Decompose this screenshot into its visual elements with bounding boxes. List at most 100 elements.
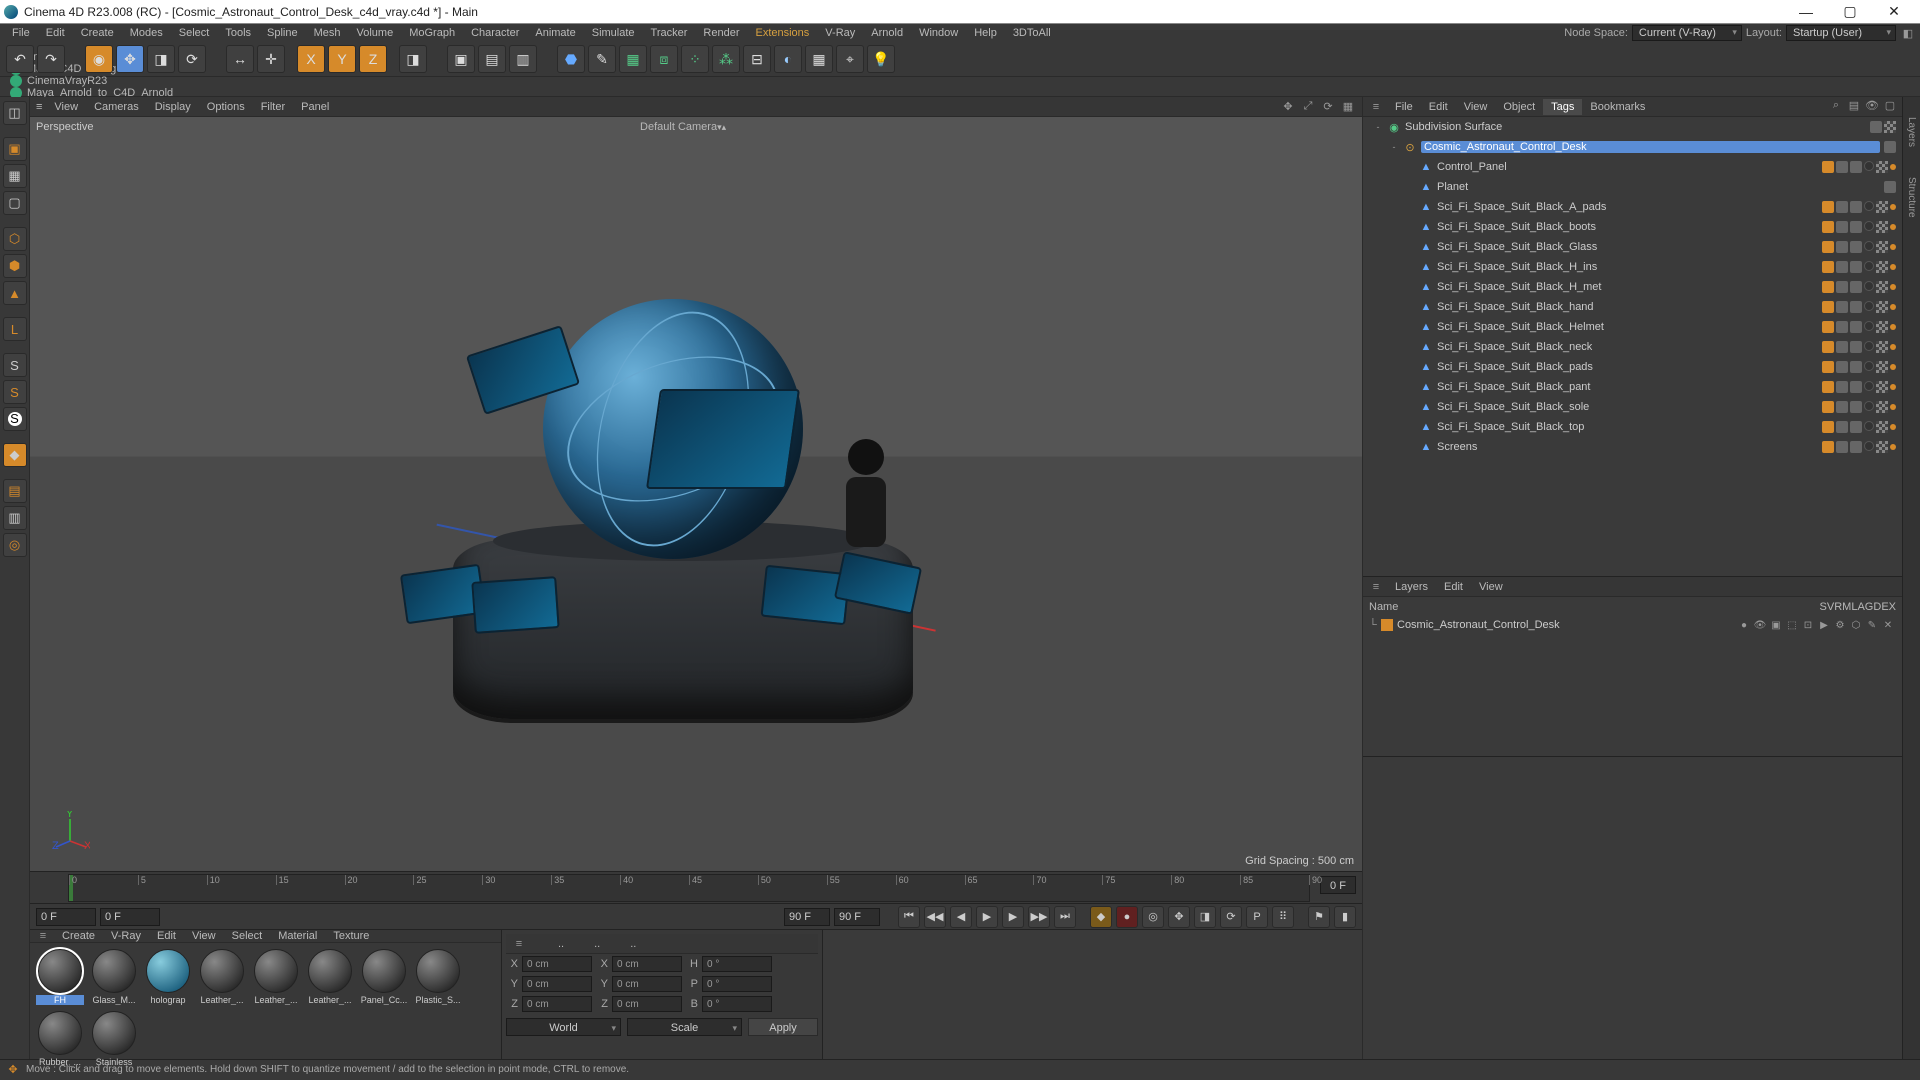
key-pla-button[interactable]: ⠿	[1272, 906, 1294, 928]
effector-button[interactable]: ⁂	[712, 45, 740, 73]
tag-area[interactable]	[1822, 301, 1902, 313]
tree-label[interactable]: Cosmic_Astronaut_Control_Desk	[1421, 141, 1880, 153]
objects-filter-icon[interactable]: ▤	[1846, 99, 1862, 115]
obj-menu-view[interactable]: View	[1456, 99, 1496, 115]
obj-menu-file[interactable]: File	[1387, 99, 1421, 115]
minimize-button[interactable]: —	[1784, 0, 1828, 24]
menu-3dtoall[interactable]: 3DToAll	[1005, 25, 1059, 41]
mat-menu-create[interactable]: Create	[54, 928, 103, 944]
size-y-field[interactable]: 0 cm	[612, 976, 682, 992]
cube-primitive-button[interactable]: ⬣	[557, 45, 585, 73]
material-item[interactable]: Leather_...	[306, 949, 354, 1005]
tag-area[interactable]	[1822, 161, 1902, 173]
scale-tool[interactable]: ◨	[147, 45, 175, 73]
menu-window[interactable]: Window	[911, 25, 966, 41]
field-button[interactable]: ⊟	[743, 45, 771, 73]
size-x-field[interactable]: 0 cm	[612, 956, 682, 972]
rot-p-field[interactable]: 0 °	[702, 976, 772, 992]
material-item[interactable]: Stainless	[90, 1011, 138, 1067]
node-space-dropdown[interactable]: Current (V-Ray)	[1632, 25, 1742, 41]
menu-spline[interactable]: Spline	[259, 25, 306, 41]
obj-menu-tags[interactable]: Tags	[1543, 99, 1582, 115]
vp-menu-view[interactable]: View	[46, 99, 86, 115]
material-item[interactable]: Glass_M...	[90, 949, 138, 1005]
tree-row[interactable]: ▲Sci_Fi_Space_Suit_Black_H_ins	[1363, 257, 1902, 277]
tree-label[interactable]: Planet	[1437, 181, 1880, 193]
layout-dropdown[interactable]: Startup (User)	[1786, 25, 1896, 41]
obj-menu-edit[interactable]: Edit	[1421, 99, 1456, 115]
tag-area[interactable]	[1822, 361, 1902, 373]
vtab-structure[interactable]: Structure	[1906, 177, 1917, 218]
keyframe-selection-button[interactable]: ◎	[1142, 906, 1164, 928]
undo-button[interactable]: ↶	[6, 45, 34, 73]
menu-arnold[interactable]: Arnold	[863, 25, 911, 41]
menu-mesh[interactable]: Mesh	[306, 25, 349, 41]
x-axis-toggle[interactable]: X	[297, 45, 325, 73]
tree-label[interactable]: Sci_Fi_Space_Suit_Black_A_pads	[1437, 201, 1818, 213]
autokey-button[interactable]: ●	[1116, 906, 1138, 928]
material-item[interactable]: Leather_...	[198, 949, 246, 1005]
tag-area[interactable]	[1884, 181, 1902, 193]
vp-menu-options[interactable]: Options	[199, 99, 253, 115]
move-tool[interactable]: ✥	[116, 45, 144, 73]
layout-lock-icon[interactable]: ◧	[1900, 25, 1916, 41]
material-item[interactable]: Plastic_S...	[414, 949, 462, 1005]
material-item[interactable]: holograp	[144, 949, 192, 1005]
rot-b-field[interactable]: 0 °	[702, 996, 772, 1012]
render-region-button[interactable]: ▤	[478, 45, 506, 73]
texture-mode-button[interactable]: ▦	[3, 164, 27, 188]
snap3-button[interactable]: S	[3, 407, 27, 431]
mat-menu-vray[interactable]: V-Ray	[103, 928, 149, 944]
axis-mode-button[interactable]: L	[3, 317, 27, 341]
material-ball-icon[interactable]	[146, 949, 190, 993]
menu-mograph[interactable]: MoGraph	[401, 25, 463, 41]
size-z-field[interactable]: 0 cm	[612, 996, 682, 1012]
mat-menu-select[interactable]: Select	[224, 928, 271, 944]
vp-menu-cameras[interactable]: Cameras	[86, 99, 147, 115]
menu-help[interactable]: Help	[966, 25, 1005, 41]
layer-color-icon[interactable]	[1381, 619, 1393, 631]
tree-label[interactable]: Sci_Fi_Space_Suit_Black_pads	[1437, 361, 1818, 373]
snap-button[interactable]: S	[3, 353, 27, 377]
vp-menu-filter[interactable]: Filter	[253, 99, 293, 115]
wp-btn-1[interactable]: ▤	[3, 479, 27, 503]
tag-area[interactable]	[1822, 441, 1902, 453]
tree-row[interactable]: ▲Sci_Fi_Space_Suit_Black_H_met	[1363, 277, 1902, 297]
tag-area[interactable]	[1822, 221, 1902, 233]
timeline-current-end[interactable]: 0 F	[1320, 876, 1356, 894]
tree-label[interactable]: Sci_Fi_Space_Suit_Black_hand	[1437, 301, 1818, 313]
tree-label[interactable]: Sci_Fi_Space_Suit_Black_neck	[1437, 341, 1818, 353]
wp-btn-3[interactable]: ◎	[3, 533, 27, 557]
tree-row[interactable]: ▲Sci_Fi_Space_Suit_Black_pant	[1363, 377, 1902, 397]
menu-volume[interactable]: Volume	[349, 25, 402, 41]
pos-y-field[interactable]: 0 cm	[522, 976, 592, 992]
material-item[interactable]: Rubber_...	[36, 1011, 84, 1067]
cloner-button[interactable]: ⁘	[681, 45, 709, 73]
redo-button[interactable]: ↷	[37, 45, 65, 73]
material-ball-icon[interactable]	[362, 949, 406, 993]
menu-animate[interactable]: Animate	[527, 25, 583, 41]
close-button[interactable]: ✕	[1872, 0, 1916, 24]
timeline-start-field[interactable]: 0 F	[36, 908, 96, 926]
objects-tree[interactable]: -◉Subdivision Surface-⊙Cosmic_Astronaut_…	[1363, 117, 1902, 577]
material-item[interactable]: FH	[36, 949, 84, 1005]
prev-key-button[interactable]: ◀◀	[924, 906, 946, 928]
tree-row[interactable]: ▲Planet	[1363, 177, 1902, 197]
environment-button[interactable]: ▦	[805, 45, 833, 73]
layer-row[interactable]: └Cosmic_Astronaut_Control_Desk●👁▣⬚⊡▶⚙⬡✎✕	[1363, 617, 1902, 633]
tree-row[interactable]: ▲Screens	[1363, 437, 1902, 457]
options-button[interactable]: ⚑	[1308, 906, 1330, 928]
material-ball-icon[interactable]	[308, 949, 352, 993]
recent-tool[interactable]: ↔	[226, 45, 254, 73]
next-frame-button[interactable]: ▶	[1002, 906, 1024, 928]
tree-label[interactable]: Sci_Fi_Space_Suit_Black_boots	[1437, 221, 1818, 233]
tree-row[interactable]: ▲Control_Panel	[1363, 157, 1902, 177]
menu-create[interactable]: Create	[73, 25, 122, 41]
tag-area[interactable]	[1822, 401, 1902, 413]
material-ball-icon[interactable]	[38, 949, 82, 993]
key-scale-button[interactable]: ◨	[1194, 906, 1216, 928]
tag-area[interactable]	[1822, 281, 1902, 293]
menu-edit[interactable]: Edit	[38, 25, 73, 41]
workplane-button[interactable]: ◆	[3, 443, 27, 467]
rot-h-field[interactable]: 0 °	[702, 956, 772, 972]
